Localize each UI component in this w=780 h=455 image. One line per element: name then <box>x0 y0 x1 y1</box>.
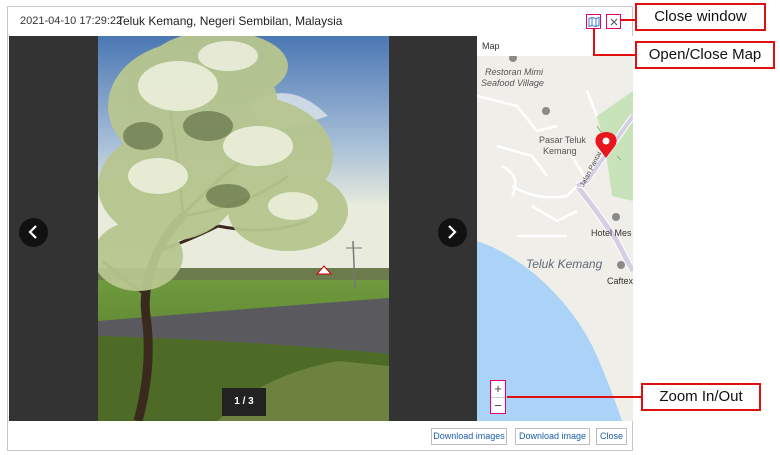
zoom-out-button[interactable]: − <box>491 397 505 413</box>
photo-counter: 1 / 3 <box>222 388 266 416</box>
window-titlebar: 2021-04-10 17:29:22 Teluk Kemang, Negeri… <box>8 7 632 36</box>
photo-location: Teluk Kemang, Negeri Sembilan, Malaysia <box>117 14 343 28</box>
map-label-pasar: Pasar Teluk <box>539 135 586 145</box>
close-window-button[interactable] <box>606 14 621 29</box>
next-photo-button[interactable] <box>438 218 467 247</box>
map-label-restaurant: Restoran Mimi <box>485 67 544 77</box>
map-label-cafe: Caftex <box>607 276 633 286</box>
chevron-left-icon <box>28 225 37 239</box>
map-label-bay: Teluk Kemang <box>526 257 603 271</box>
download-images-button[interactable]: Download images <box>431 428 507 445</box>
map-icon <box>588 16 600 28</box>
zoom-in-button[interactable]: + <box>491 381 505 397</box>
map-label-pasar-2: Kemang <box>543 146 577 156</box>
callout-zoom: Zoom In/Out <box>641 383 761 411</box>
map-header: Map <box>477 36 633 56</box>
close-button[interactable]: Close <box>596 428 627 445</box>
chevron-right-icon <box>448 225 457 239</box>
photo-timestamp: 2021-04-10 17:29:22 <box>20 15 123 27</box>
close-icon <box>610 18 618 26</box>
map-zoom-control: + − <box>490 380 506 414</box>
window-footer: Download images Download image Close <box>8 421 632 451</box>
callout-close-window: Close window <box>635 3 766 31</box>
photo <box>98 36 389 421</box>
previous-photo-button[interactable] <box>19 218 48 247</box>
callout-open-close-map: Open/Close Map <box>635 41 775 69</box>
photo-viewer: 1 / 3 <box>9 36 477 421</box>
map-header-label: Map <box>482 41 500 51</box>
map-label-restaurant-2: Seafood Village <box>481 78 544 88</box>
toggle-map-button[interactable] <box>586 14 601 29</box>
photo-viewer-window: 2021-04-10 17:29:22 Teluk Kemang, Negeri… <box>7 6 633 451</box>
map-panel[interactable]: Map Restoran Mimi Seafood Village Pasar … <box>477 36 633 421</box>
map-label-hotel: Hotel Mes <box>591 228 632 238</box>
download-image-button[interactable]: Download image <box>515 428 590 445</box>
